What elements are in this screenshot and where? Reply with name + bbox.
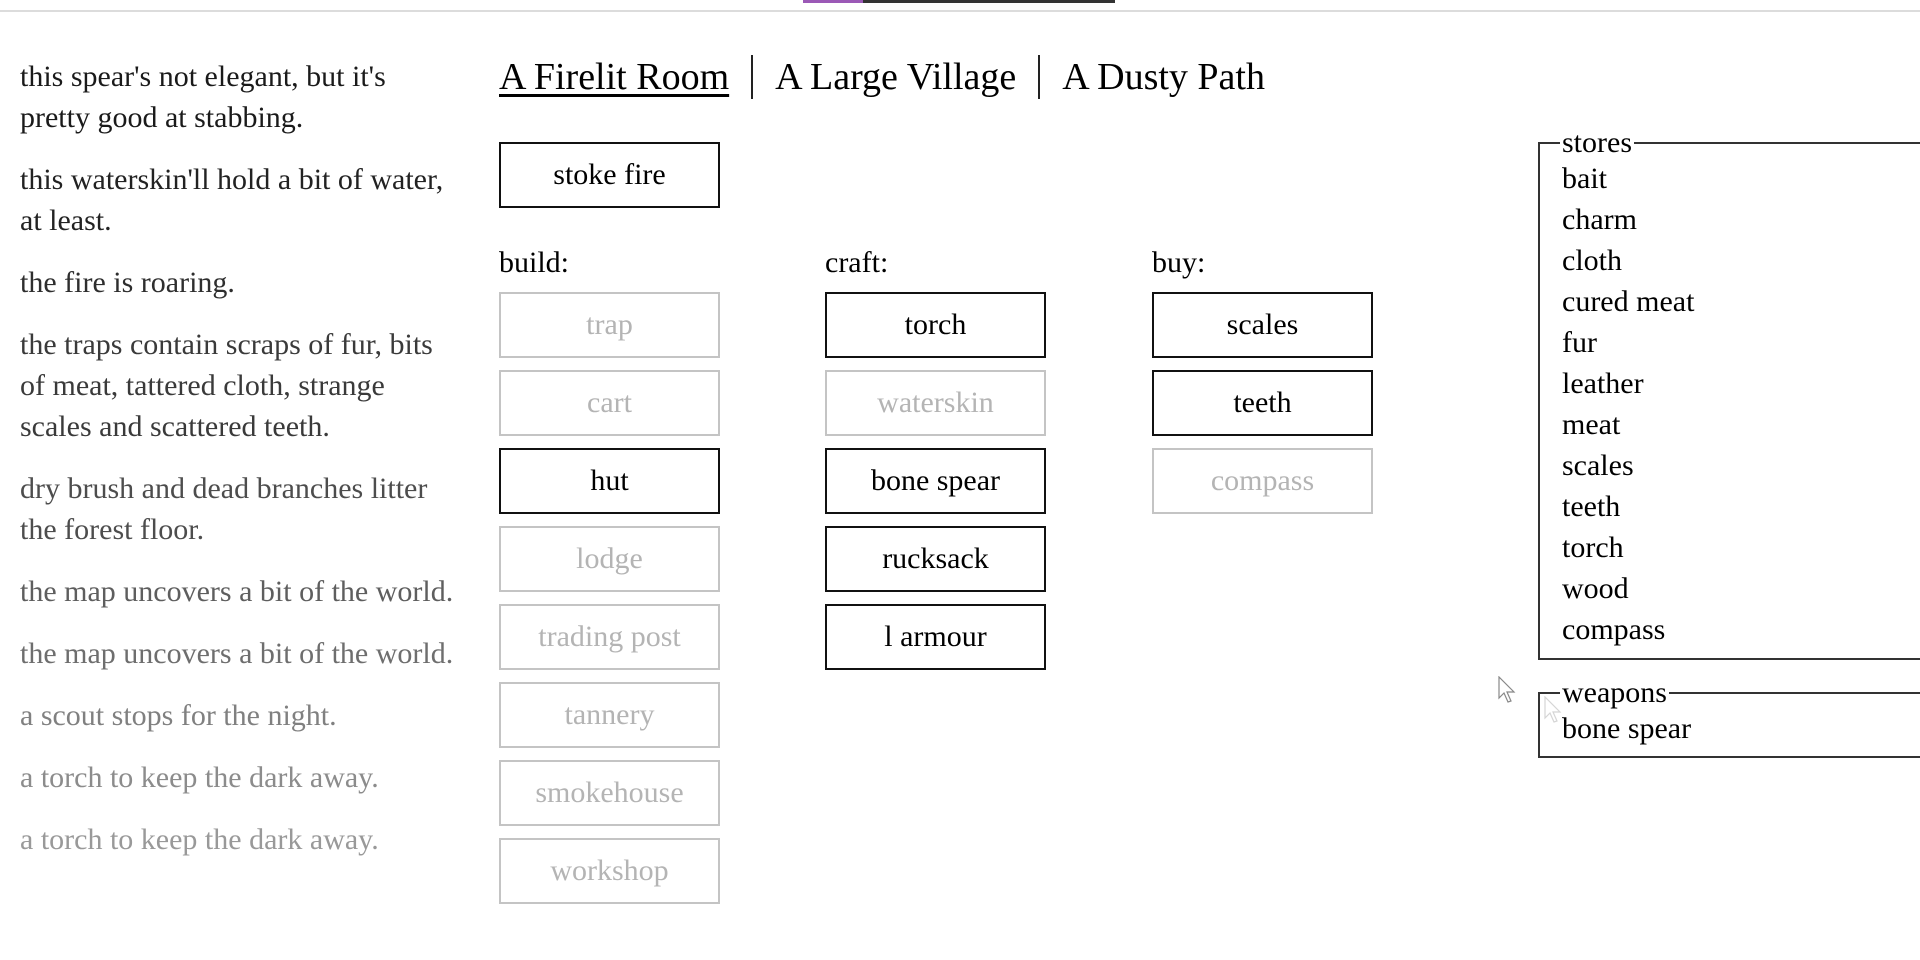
- store-item: leather: [1562, 367, 1644, 400]
- store-item: torch: [1562, 531, 1624, 564]
- store-item: teeth: [1562, 490, 1621, 523]
- top-divider: [0, 10, 1920, 12]
- store-item: cured meat: [1562, 285, 1695, 318]
- build-cart-button[interactable]: cart: [499, 370, 720, 436]
- weapons-list: bone spear: [1562, 708, 1920, 749]
- craft-l-armour-button[interactable]: l armour: [825, 604, 1046, 670]
- notification: a torch to keep the dark away.: [20, 823, 379, 856]
- build-tannery-button[interactable]: tannery: [499, 682, 720, 748]
- notification: this waterskin'll hold a bit of water, a…: [20, 163, 444, 237]
- notification: this spear's not elegant, but it's prett…: [20, 60, 386, 134]
- active-tab-indicator: [803, 0, 1115, 3]
- weapon-item: bone spear: [1562, 712, 1692, 745]
- tab-dusty-path[interactable]: A Dusty Path: [1062, 55, 1265, 99]
- location-tabs: A Firelit Room A Large Village A Dusty P…: [499, 52, 1265, 102]
- tab-large-village[interactable]: A Large Village: [775, 55, 1016, 99]
- tab-firelit-room[interactable]: A Firelit Room: [499, 55, 729, 99]
- craft-rucksack-button[interactable]: rucksack: [825, 526, 1046, 592]
- buy-compass-button[interactable]: compass: [1152, 448, 1373, 514]
- notifications-panel: this spear's not elegant, but it's prett…: [20, 56, 460, 960]
- notification: a scout stops for the night.: [20, 699, 337, 732]
- mouse-cursor-ghost-icon: [1544, 696, 1562, 723]
- build-label: build:: [499, 246, 570, 279]
- notification: the fire is roaring.: [20, 266, 235, 299]
- stores-legend: stores: [1562, 126, 1632, 159]
- build-smokehouse-button[interactable]: smokehouse: [499, 760, 720, 826]
- browser-top-bar: [0, 0, 1920, 12]
- mouse-cursor-icon: [1498, 676, 1516, 703]
- buy-teeth-button[interactable]: teeth: [1152, 370, 1373, 436]
- build-trap-button[interactable]: trap: [499, 292, 720, 358]
- build-lodge-button[interactable]: lodge: [499, 526, 720, 592]
- tab-separator: [1038, 55, 1041, 99]
- store-item: cloth: [1562, 244, 1622, 277]
- build-trading-post-button[interactable]: trading post: [499, 604, 720, 670]
- tab-accent: [803, 0, 863, 3]
- store-item: wood: [1562, 572, 1629, 605]
- notification: a torch to keep the dark away.: [20, 761, 379, 794]
- weapons-legend: weapons: [1562, 676, 1667, 709]
- craft-waterskin-button[interactable]: waterskin: [825, 370, 1046, 436]
- store-item: bait: [1562, 162, 1607, 195]
- stoke-fire-button[interactable]: stoke fire: [499, 142, 720, 208]
- store-item: scales: [1562, 449, 1634, 482]
- buy-scales-button[interactable]: scales: [1152, 292, 1373, 358]
- store-item: fur: [1562, 326, 1597, 359]
- craft-bone-spear-button[interactable]: bone spear: [825, 448, 1046, 514]
- notification: the map uncovers a bit of the world.: [20, 637, 454, 670]
- stores-list: bait charm cloth cured meat fur leather meat sc…: [1562, 158, 1920, 650]
- stores-panel: stores bait charm cloth cured meat fur leathe…: [1538, 128, 1920, 660]
- build-workshop-button[interactable]: workshop: [499, 838, 720, 904]
- build-hut-button[interactable]: hut: [499, 448, 720, 514]
- craft-torch-button[interactable]: torch: [825, 292, 1046, 358]
- notification: dry brush and dead branches litter the f…: [20, 472, 428, 546]
- store-item: compass: [1562, 613, 1666, 646]
- craft-label: craft:: [825, 246, 889, 279]
- notification: the map uncovers a bit of the world.: [20, 575, 454, 608]
- tab-separator: [751, 55, 754, 99]
- store-item: meat: [1562, 408, 1621, 441]
- buy-label: buy:: [1152, 246, 1206, 279]
- store-item: charm: [1562, 203, 1637, 236]
- notification: the traps contain scraps of fur, bits of…: [20, 328, 433, 443]
- weapons-panel: weapons bone spear: [1538, 678, 1920, 758]
